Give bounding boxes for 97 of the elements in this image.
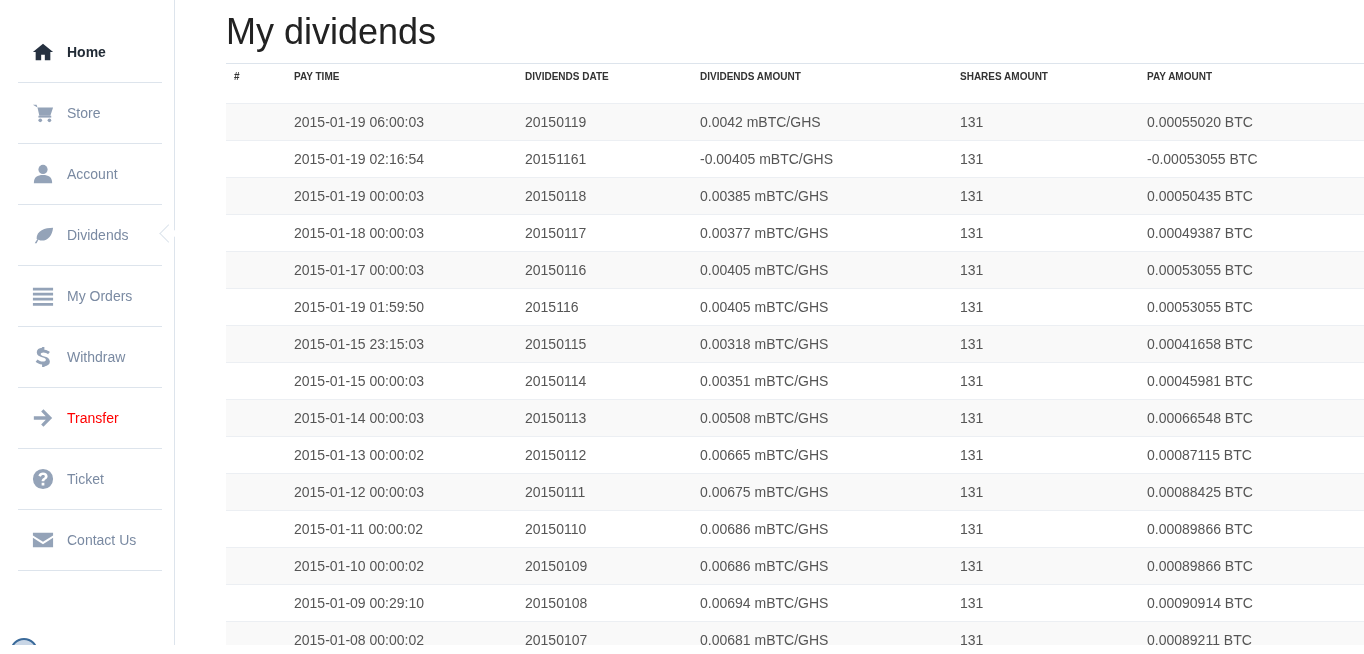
table-cell: 20150116	[525, 262, 587, 278]
table-cell: 0.00050435 BTC	[1147, 188, 1253, 204]
table-cell: 0.0042 mBTC/GHS	[700, 114, 821, 130]
question-icon	[32, 468, 54, 490]
table-cell: 2015-01-15 00:00:03	[294, 373, 424, 389]
page-title: My dividends	[226, 11, 438, 53]
table-cell: 20150110	[525, 521, 587, 537]
sidebar-item[interactable]: Account	[18, 144, 162, 205]
column-header: DIVIDENDS AMOUNT	[692, 63, 952, 104]
table-cell: 2015-01-19 01:59:50	[294, 299, 424, 315]
sidebar-item[interactable]: Contact Us	[18, 510, 162, 571]
table-cell: 0.00405 mBTC/GHS	[700, 262, 829, 278]
table-cell: 0.00053055 BTC	[1147, 262, 1253, 278]
table-cell: 0.00055020 BTC	[1147, 114, 1253, 130]
table-cell: 131	[960, 447, 984, 463]
table-cell: 0.00681 mBTC/GHS	[700, 632, 829, 645]
table-cell: 20150119	[525, 114, 587, 130]
sidebar-item[interactable]: Withdraw	[18, 327, 162, 388]
table-cell: 20151161	[525, 151, 587, 167]
table-cell: 2015-01-15 23:15:03	[294, 336, 424, 352]
table-cell: 20150117	[525, 225, 587, 241]
column-header: PAY AMOUNT	[1139, 63, 1364, 104]
column-header: SHARES AMOUNT	[952, 63, 1139, 104]
table-cell: 20150114	[525, 373, 587, 389]
table-cell: 0.00686 mBTC/GHS	[700, 521, 829, 537]
arrow-icon	[32, 407, 54, 429]
table-cell: 0.00385 mBTC/GHS	[700, 188, 829, 204]
table-cell: 20150118	[525, 188, 587, 204]
house-icon	[32, 41, 54, 63]
sidebar-item[interactable]: My Orders	[18, 266, 162, 327]
table-cell: 0.00405 mBTC/GHS	[700, 299, 829, 315]
sidebar-item[interactable]: Home	[18, 22, 162, 83]
table-cell: 131	[960, 521, 984, 537]
table-cell: 0.00089211 BTC	[1147, 632, 1252, 645]
table-cell: 131	[960, 114, 984, 130]
table-cell: 2015-01-09 00:29:10	[294, 595, 424, 611]
table-cell: 0.00694 mBTC/GHS	[700, 595, 829, 611]
sidebar-item[interactable]: Dividends	[18, 205, 162, 266]
sidebar-item[interactable]: Store	[18, 83, 162, 144]
table-cell: 0.00351 mBTC/GHS	[700, 373, 829, 389]
column-header: #	[226, 63, 256, 104]
table-cell: 20150115	[525, 336, 587, 352]
table-cell: 20150112	[525, 447, 587, 463]
table-cell: 0.00041658 BTC	[1147, 336, 1253, 352]
table-cell: 0.00088425 BTC	[1147, 484, 1253, 500]
table-cell: 20150107	[525, 632, 588, 645]
cart-icon	[32, 102, 54, 124]
column-header: PAY TIME	[256, 63, 517, 104]
table-cell: 131	[960, 595, 984, 611]
table-cell: 131	[960, 558, 984, 574]
table-cell: 0.00089866 BTC	[1147, 521, 1253, 537]
table-cell: 2015-01-17 00:00:03	[294, 262, 424, 278]
table-cell: 20150111	[525, 484, 586, 500]
table-cell: 2015-01-18 00:00:03	[294, 225, 424, 241]
table-cell: 0.00686 mBTC/GHS	[700, 558, 829, 574]
table-cell: 0.00377 mBTC/GHS	[700, 225, 829, 241]
table-cell: 131	[960, 225, 984, 241]
table-cell: 20150113	[525, 410, 587, 426]
table-cell: 0.00508 mBTC/GHS	[700, 410, 829, 426]
person-icon	[32, 163, 54, 185]
table-cell: 131	[960, 336, 984, 352]
table-cell: 0.00053055 BTC	[1147, 299, 1253, 315]
table-cell: 131	[960, 484, 984, 500]
table-cell: -0.00053055 BTC	[1147, 151, 1258, 167]
table-cell: 0.00675 mBTC/GHS	[700, 484, 829, 500]
table-cell: 131	[960, 188, 984, 204]
table-cell: -0.00405 mBTC/GHS	[700, 151, 834, 167]
table-cell: 131	[960, 410, 984, 426]
table-cell: 2015-01-19 02:16:54	[294, 151, 424, 167]
sidebar-item[interactable]: Transfer	[18, 388, 162, 449]
table-cell: 2015-01-19 06:00:03	[294, 114, 424, 130]
table-cell: 131	[960, 299, 984, 315]
table-cell: 0.00090914 BTC	[1147, 595, 1253, 611]
table-cell: 131	[960, 151, 984, 167]
table-cell: 2015-01-08 00:00:02	[294, 632, 424, 645]
table-cell: 20150109	[525, 558, 588, 574]
sidebar-item[interactable]: Ticket	[18, 449, 162, 510]
table-cell: 0.00665 mBTC/GHS	[700, 447, 829, 463]
table-cell: 131	[960, 262, 984, 278]
table-cell: 0.00089866 BTC	[1147, 558, 1253, 574]
column-header: DIVIDENDS DATE	[517, 63, 692, 104]
list-icon	[32, 285, 54, 307]
table-cell: 2015-01-14 00:00:03	[294, 410, 424, 426]
table-cell: 0.00318 mBTC/GHS	[700, 336, 829, 352]
table-cell: 131	[960, 632, 984, 645]
table-cell: 2015-01-10 00:00:02	[294, 558, 424, 574]
table-cell: 2015-01-11 00:00:02	[294, 521, 423, 537]
table-cell: 2015-01-12 00:00:03	[294, 484, 424, 500]
table-cell: 0.00087115 BTC	[1147, 447, 1252, 463]
table-cell: 2015116	[525, 299, 579, 315]
table-cell: 2015-01-13 00:00:02	[294, 447, 424, 463]
table-cell: 2015-01-19 00:00:03	[294, 188, 424, 204]
table-cell: 0.00049387 BTC	[1147, 225, 1253, 241]
table-cell: 131	[960, 373, 984, 389]
table-cell: 20150108	[525, 595, 588, 611]
table-cell: 0.00045981 BTC	[1147, 373, 1253, 389]
table-cell: 0.00066548 BTC	[1147, 410, 1253, 426]
